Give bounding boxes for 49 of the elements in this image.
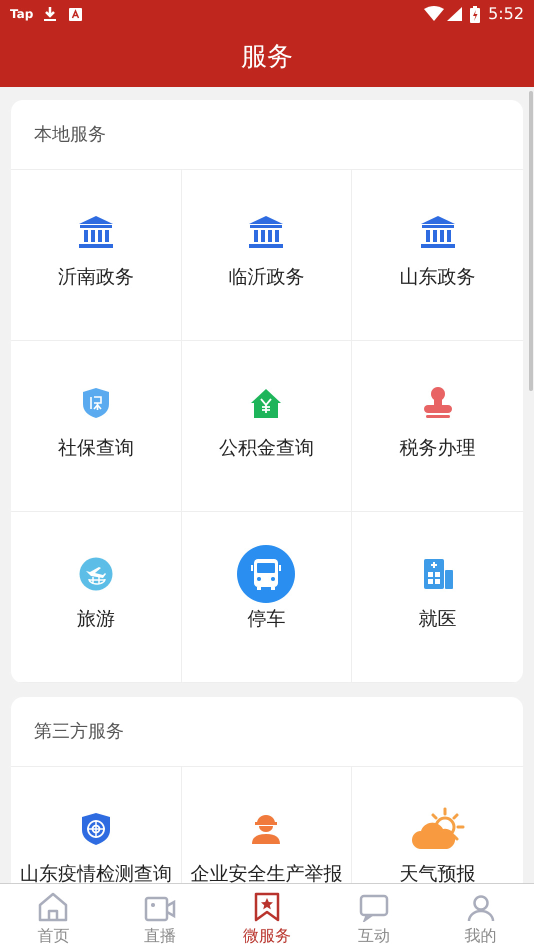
bank-icon [420,215,456,249]
clock: 5:52 [488,3,524,25]
service-tile[interactable]: 社保查询 [11,341,182,512]
house-icon [250,387,282,419]
text-box-icon [69,8,82,20]
service-tile[interactable]: 税务办理 [352,341,523,512]
section-title: 本地服务 [34,123,106,147]
service-label: 就医 [418,608,457,630]
service-label: 税务办理 [400,437,476,459]
hospital-icon [422,558,454,590]
chat-icon [358,894,389,922]
bank-icon [78,215,114,249]
star-bookmark-icon [254,892,280,922]
nav-tab[interactable]: 微服务 [214,884,320,950]
shield-icon [82,387,110,419]
service-label: 山东政务 [400,266,476,288]
page-title: 服务 [241,41,293,74]
service-tile[interactable]: 就医 [352,512,523,683]
shield-target-icon [80,812,111,846]
worker-icon [251,813,282,845]
battery-icon [470,6,480,22]
globe-plane-icon [78,557,113,591]
service-label: 社保查询 [58,437,134,459]
service-tile[interactable]: 沂南政务 [11,170,182,341]
service-tile[interactable]: 山东政务 [352,170,523,341]
bank-icon [248,215,284,249]
service-label: 临沂政务 [228,266,304,288]
bus-icon [237,545,296,603]
service-label: 旅游 [76,608,115,630]
download-icon [43,6,58,22]
section-title: 第三方服务 [34,720,124,744]
service-tile[interactable]: 临沂政务 [182,170,352,341]
service-label: 停车 [247,608,286,630]
service-tile[interactable]: 公积金查询 [182,341,352,512]
service-tile[interactable]: 停车 [182,512,352,683]
video-camera-icon [144,896,176,922]
stamp-icon [422,386,453,420]
user-icon [466,894,495,922]
sun-cloud-icon [410,807,465,851]
service-tile[interactable]: 旅游 [11,512,182,683]
service-label: 公积金查询 [218,437,314,459]
service-label: 企业安全生产举报 [190,863,342,883]
service-label: 山东疫情检测查询 [20,863,172,883]
signal-icon [446,6,462,22]
wifi-icon [424,6,444,22]
app-label: Tap [10,6,34,23]
service-label: 沂南政务 [58,266,134,288]
service-label: 天气预报 [400,863,476,883]
home-icon [37,892,70,922]
